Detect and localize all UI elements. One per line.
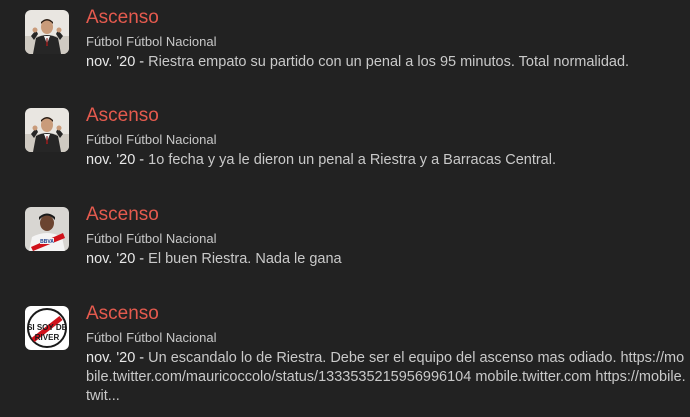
result-title-link[interactable]: Ascenso [86,6,686,30]
search-result-content: Ascenso Fútbol Fútbol Nacional nov. '20 -… [86,6,686,72]
result-title-link[interactable]: Ascenso [86,104,686,128]
category-link[interactable]: Fútbol [86,34,122,49]
date-separator: - [135,54,149,70]
subcategory-link[interactable]: Fútbol Nacional [126,330,216,345]
date-separator: - [135,251,149,267]
subcategory-link[interactable]: Fútbol Nacional [126,34,216,49]
search-result-content: Ascenso Fútbol Fútbol Nacional nov. '20 -… [86,203,686,269]
result-excerpt-text: 1o fecha y ya le dieron un penal a Riest… [148,152,556,168]
category-breadcrumb: Fútbol Fútbol Nacional [86,132,686,148]
result-excerpt-text: El buen Riestra. Nada le gana [148,251,342,267]
user-avatar[interactable]: BBVA [25,207,69,251]
man-in-suit-avatar-icon [25,10,69,54]
result-date: nov. '20 [86,54,136,70]
result-date: nov. '20 [86,251,136,267]
result-excerpt-text: Un escandalo lo de Riestra. Debe ser el … [86,350,686,404]
logo-text-top: SI SOY DE [27,323,68,332]
result-date: nov. '20 [86,350,136,366]
result-excerpt[interactable]: nov. '20 - Riestra empato su partido con… [86,53,686,72]
category-breadcrumb: Fútbol Fútbol Nacional [86,330,686,346]
subcategory-link[interactable]: Fútbol Nacional [126,231,216,246]
result-date: nov. '20 [86,152,136,168]
result-excerpt[interactable]: nov. '20 - Un escandalo lo de Riestra. D… [86,349,686,406]
category-breadcrumb: Fútbol Fútbol Nacional [86,34,686,50]
user-avatar[interactable] [25,108,69,152]
category-link[interactable]: Fútbol [86,132,122,147]
date-separator: - [135,350,149,366]
category-link[interactable]: Fútbol [86,330,122,345]
result-title-link[interactable]: Ascenso [86,302,686,326]
man-in-suit-avatar-icon [25,108,69,152]
svg-text:BBVA: BBVA [40,239,54,245]
user-avatar[interactable]: SI SOY DE RIVER [25,306,69,350]
search-result-content: Ascenso Fútbol Fútbol Nacional nov. '20 -… [86,302,686,406]
si-soy-de-river-logo-icon: SI SOY DE RIVER [25,306,69,350]
date-separator: - [135,152,149,168]
user-avatar[interactable] [25,10,69,54]
result-title-link[interactable]: Ascenso [86,203,686,227]
category-link[interactable]: Fútbol [86,231,122,246]
river-player-avatar-icon: BBVA [25,207,69,251]
result-excerpt-text: Riestra empato su partido con un penal a… [148,54,630,70]
subcategory-link[interactable]: Fútbol Nacional [126,132,216,147]
logo-text-bottom: RIVER [35,333,60,342]
search-result-content: Ascenso Fútbol Fútbol Nacional nov. '20 -… [86,104,686,170]
category-breadcrumb: Fútbol Fútbol Nacional [86,231,686,247]
result-excerpt[interactable]: nov. '20 - 1o fecha y ya le dieron un pe… [86,151,686,170]
result-excerpt[interactable]: nov. '20 - El buen Riestra. Nada le gana [86,250,686,269]
